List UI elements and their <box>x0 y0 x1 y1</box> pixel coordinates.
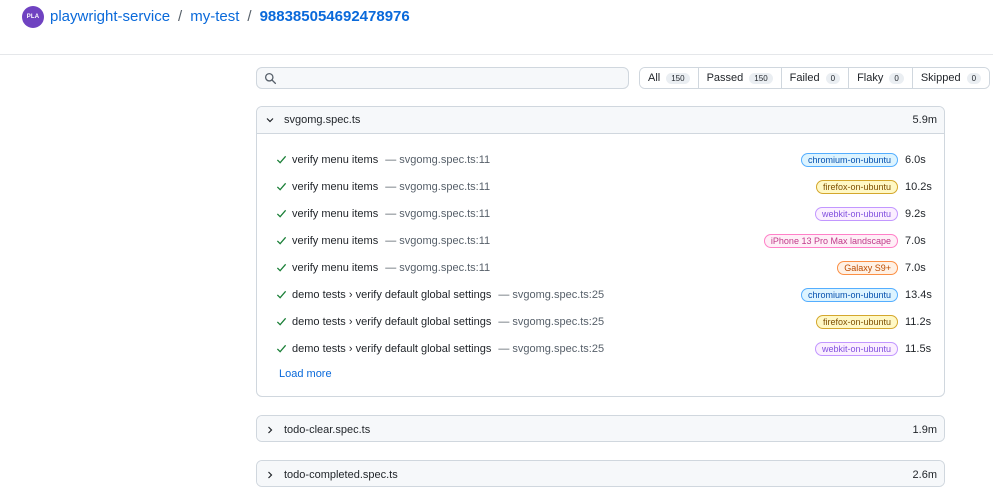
test-title: demo tests › verify default global setti… <box>292 315 492 328</box>
filter-flaky[interactable]: Flaky 0 <box>848 68 912 88</box>
file-header-toggle[interactable]: svgomg.spec.ts 5.9m <box>257 107 944 134</box>
test-title: demo tests › verify default global setti… <box>292 342 492 355</box>
file-section-todo-completed: todo-completed.spec.ts 2.6m <box>256 460 945 487</box>
test-location: — svgomg.spec.ts:11 <box>385 261 491 274</box>
breadcrumb-service-link[interactable]: playwright-service <box>50 8 170 25</box>
filter-passed[interactable]: Passed 150 <box>697 68 781 88</box>
filter-count: 0 <box>966 72 982 84</box>
check-icon <box>276 236 287 245</box>
test-title: verify menu items <box>292 180 379 193</box>
breadcrumb-run-id: 988385054692478976 <box>259 8 410 25</box>
test-row[interactable]: demo tests › verify default global setti… <box>257 281 944 308</box>
load-more-link[interactable]: Load more <box>279 368 944 380</box>
check-icon <box>276 182 287 191</box>
file-name: svgomg.spec.ts <box>284 114 361 126</box>
check-icon <box>276 155 287 164</box>
test-row[interactable]: verify menu items — svgomg.spec.ts:11 ch… <box>257 146 944 173</box>
breadcrumb-project-link[interactable]: my-test <box>190 8 239 25</box>
test-location: — svgomg.spec.ts:25 <box>498 342 605 355</box>
test-duration: 13.4s <box>905 288 932 301</box>
test-duration: 11.5s <box>905 342 932 355</box>
search-box[interactable] <box>256 67 629 89</box>
test-location: — svgomg.spec.ts:11 <box>385 153 491 166</box>
test-duration: 9.2s <box>905 207 926 220</box>
file-name: todo-completed.spec.ts <box>284 468 398 481</box>
file-header-toggle[interactable]: todo-clear.spec.ts 1.9m <box>257 416 944 441</box>
filter-all[interactable]: All 150 <box>640 68 698 88</box>
filter-count: 150 <box>666 72 690 84</box>
filter-label: Skipped <box>920 72 961 84</box>
search-input[interactable] <box>281 69 621 87</box>
project-badge[interactable]: Galaxy S9+ <box>837 260 898 275</box>
test-row[interactable]: verify menu items — svgomg.spec.ts:11 fi… <box>257 173 944 200</box>
file-duration: 2.6m <box>912 468 937 481</box>
test-title: verify menu items <box>292 234 379 247</box>
file-name: todo-clear.spec.ts <box>284 423 371 436</box>
test-duration: 7.0s <box>905 261 926 274</box>
test-location: — svgomg.spec.ts:25 <box>498 288 605 301</box>
project-badge[interactable]: iPhone 13 Pro Max landscape <box>763 233 898 248</box>
check-icon <box>276 317 287 326</box>
file-section-todo-clear: todo-clear.spec.ts 1.9m <box>256 415 945 442</box>
test-title: demo tests › verify default global setti… <box>292 288 492 301</box>
test-duration: 6.0s <box>905 153 926 166</box>
top-header: PLA playwright-service / my-test / 98838… <box>0 0 993 55</box>
test-row[interactable]: verify menu items — svgomg.spec.ts:11 iP… <box>257 227 944 254</box>
test-location: — svgomg.spec.ts:25 <box>498 315 605 328</box>
search-icon <box>264 72 277 85</box>
filter-count: 0 <box>825 72 841 84</box>
test-row[interactable]: demo tests › verify default global setti… <box>257 335 944 362</box>
project-badge[interactable]: webkit-on-ubuntu <box>814 341 898 356</box>
file-header-toggle[interactable]: todo-completed.spec.ts 2.6m <box>257 461 944 486</box>
filter-count: 150 <box>749 72 773 84</box>
file-section-svgomg: svgomg.spec.ts 5.9m verify menu items — … <box>256 106 945 397</box>
test-title: verify menu items <box>292 207 379 220</box>
test-title: verify menu items <box>292 153 379 166</box>
test-duration: 10.2s <box>905 180 932 193</box>
project-badge[interactable]: firefox-on-ubuntu <box>815 179 898 194</box>
test-row[interactable]: demo tests › verify default global setti… <box>257 308 944 335</box>
file-duration: 5.9m <box>912 114 937 126</box>
test-location: — svgomg.spec.ts:11 <box>385 180 491 193</box>
filter-skipped[interactable]: Skipped 0 <box>911 68 990 88</box>
breadcrumb-separator: / <box>247 8 252 25</box>
check-icon <box>276 290 287 299</box>
breadcrumb: playwright-service / my-test / 988385054… <box>50 8 410 25</box>
check-icon <box>276 263 287 272</box>
test-list: verify menu items — svgomg.spec.ts:11 ch… <box>257 134 944 380</box>
test-row[interactable]: verify menu items — svgomg.spec.ts:11 Ga… <box>257 254 944 281</box>
filter-label: Flaky <box>857 72 884 84</box>
status-filter-group: All 150 Passed 150 Failed 0 Flaky 0 Skip… <box>639 67 991 89</box>
project-badge[interactable]: chromium-on-ubuntu <box>800 152 898 167</box>
check-icon <box>276 209 287 218</box>
check-icon <box>276 344 287 353</box>
project-badge[interactable]: webkit-on-ubuntu <box>814 206 898 221</box>
project-badge[interactable]: chromium-on-ubuntu <box>800 287 898 302</box>
filter-count: 0 <box>889 72 904 84</box>
file-duration: 1.9m <box>912 423 937 436</box>
project-badge[interactable]: firefox-on-ubuntu <box>815 314 898 329</box>
filter-label: Passed <box>706 72 744 84</box>
chevron-right-icon <box>268 426 273 433</box>
test-title: verify menu items <box>292 261 379 274</box>
avatar[interactable]: PLA <box>22 6 44 28</box>
test-duration: 7.0s <box>905 234 926 247</box>
chevron-right-icon <box>268 471 273 478</box>
breadcrumb-separator: / <box>178 8 183 25</box>
test-row[interactable]: verify menu items — svgomg.spec.ts:11 we… <box>257 200 944 227</box>
filter-failed[interactable]: Failed 0 <box>780 68 849 88</box>
filter-label: Failed <box>789 72 820 84</box>
test-location: — svgomg.spec.ts:11 <box>385 207 491 220</box>
test-duration: 11.2s <box>905 315 932 328</box>
test-location: — svgomg.spec.ts:11 <box>385 234 491 247</box>
filter-label: All <box>648 72 661 84</box>
chevron-down-icon <box>266 118 274 123</box>
